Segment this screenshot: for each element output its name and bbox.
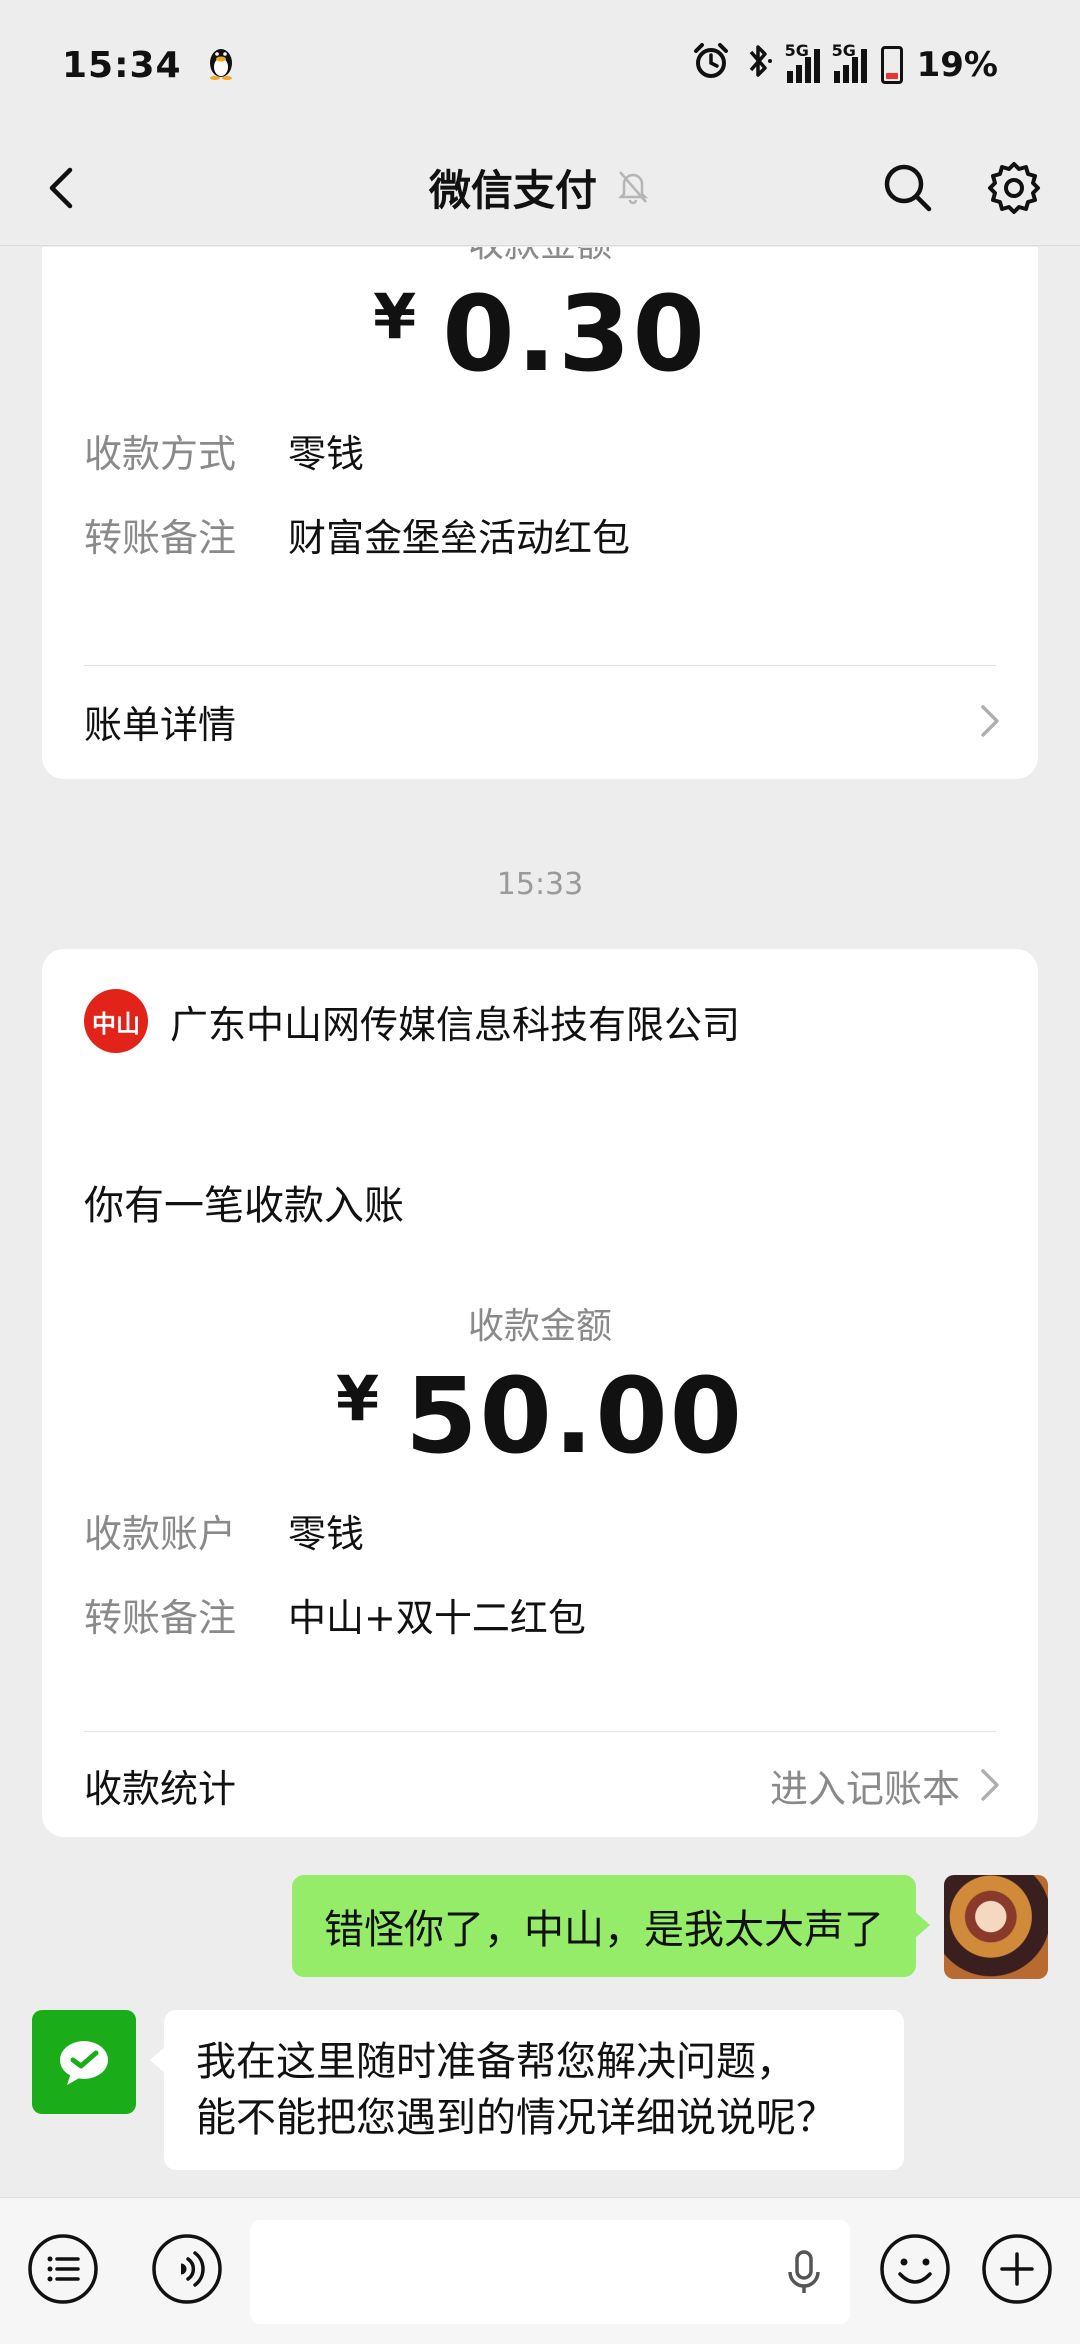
link-right: 进入记账本 bbox=[770, 1758, 1002, 1813]
kv-key: 收款账户 bbox=[84, 1512, 237, 1556]
amount-label: 收款金额 bbox=[42, 247, 1038, 267]
amount-value: ¥0.30 bbox=[373, 273, 707, 395]
chat-content[interactable]: 收款金额 ¥0.30 收款方式 零钱 转账备注 财富金堡垒活动红包 账单详情 1… bbox=[0, 247, 1080, 2197]
back-icon[interactable] bbox=[36, 160, 92, 216]
status-right: 5G 5G 19% bbox=[691, 41, 998, 90]
link-right bbox=[978, 701, 1002, 741]
mute-bell-icon bbox=[615, 166, 651, 210]
payment-stats-label: 收款统计 bbox=[84, 1766, 237, 1811]
input-bar bbox=[0, 2197, 1080, 2344]
battery-icon bbox=[880, 46, 903, 84]
payment-card-1[interactable]: 收款金额 ¥0.30 收款方式 零钱 转账备注 财富金堡垒活动红包 账单详情 bbox=[42, 247, 1038, 779]
voice-input-icon[interactable] bbox=[150, 2232, 224, 2306]
nav-bar: 微信支付 bbox=[0, 130, 1080, 246]
status-time: 15:34 bbox=[62, 44, 182, 86]
qq-penguin-icon bbox=[206, 45, 236, 85]
payment-stats-link[interactable]: 收款统计 进入记账本 bbox=[84, 1747, 1002, 1823]
merchant-name: 广东中山网传媒信息科技有限公司 bbox=[170, 1002, 741, 1047]
kv-value: 中山+双十二红包 bbox=[288, 1596, 586, 1640]
merchant-header: 中山 广东中山网传媒信息科技有限公司 bbox=[84, 989, 740, 1053]
chevron-right-icon bbox=[981, 1769, 999, 1801]
status-left: 15:34 bbox=[62, 45, 236, 86]
bluetooth-icon bbox=[745, 41, 773, 90]
battery-fill bbox=[885, 73, 898, 79]
gear-icon[interactable] bbox=[984, 158, 1044, 218]
amount-value: ¥50.00 bbox=[335, 1355, 745, 1477]
add-icon[interactable] bbox=[980, 2232, 1054, 2306]
payment-card-2[interactable]: 中山 广东中山网传媒信息科技有限公司 你有一笔收款入账 收款金额 ¥50.00 … bbox=[42, 949, 1038, 1837]
signal-icon-2: 5G bbox=[832, 41, 867, 83]
received-message-line: 能不能把您遇到的情况详细说说呢？ bbox=[196, 2095, 836, 2141]
user-avatar[interactable] bbox=[944, 1875, 1048, 1979]
signal-icon-1: 5G bbox=[785, 41, 820, 83]
wechat-pay-avatar[interactable] bbox=[32, 2010, 136, 2114]
amount-label: 收款金额 bbox=[467, 1306, 612, 1347]
nav-title-wrap: 微信支付 bbox=[429, 157, 651, 218]
microphone-icon[interactable] bbox=[778, 2246, 830, 2298]
kv-key: 收款方式 bbox=[84, 432, 237, 476]
kv-key: 转账备注 bbox=[84, 516, 237, 560]
merchant-logo: 中山 bbox=[84, 989, 148, 1053]
emoji-icon[interactable] bbox=[878, 2232, 952, 2306]
sent-message-text: 错怪你了，中山，是我太大声了 bbox=[324, 1907, 884, 1953]
notice-text: 你有一笔收款入账 bbox=[84, 1183, 404, 1229]
battery-percent: 19% bbox=[916, 45, 998, 85]
ledger-link-label: 进入记账本 bbox=[769, 1766, 960, 1811]
chevron-right-icon bbox=[981, 705, 999, 737]
menu-list-icon[interactable] bbox=[26, 2232, 100, 2306]
status-bar: 15:34 5G 5G 19% bbox=[0, 0, 1080, 130]
kv-row: 收款方式 零钱 bbox=[84, 423, 364, 478]
kv-value: 零钱 bbox=[288, 432, 365, 476]
kv-row: 转账备注 中山+双十二红包 bbox=[84, 1587, 586, 1642]
divider bbox=[84, 1731, 996, 1732]
kv-row: 收款账户 零钱 bbox=[84, 1503, 364, 1558]
search-icon[interactable] bbox=[878, 158, 938, 218]
kv-key: 转账备注 bbox=[84, 1596, 237, 1640]
time-separator: 15:33 bbox=[496, 867, 584, 902]
wechat-pay-logo-icon bbox=[60, 2041, 108, 2085]
divider bbox=[84, 665, 996, 666]
bill-details-link[interactable]: 账单详情 bbox=[84, 683, 1002, 759]
received-message-bubble[interactable]: 我在这里随时准备帮您解决问题， 能不能把您遇到的情况详细说说呢？ bbox=[150, 2010, 904, 2170]
message-input[interactable] bbox=[250, 2220, 850, 2324]
page-title: 微信支付 bbox=[428, 166, 597, 215]
kv-value: 财富金堡垒活动红包 bbox=[288, 516, 631, 560]
sent-message-bubble[interactable]: 错怪你了，中山，是我太大声了 bbox=[292, 1875, 930, 1977]
kv-row: 转账备注 财富金堡垒活动红包 bbox=[84, 507, 630, 562]
kv-value: 零钱 bbox=[288, 1512, 365, 1556]
received-message-line: 我在这里随时准备帮您解决问题， bbox=[196, 2039, 796, 2085]
bill-details-label: 账单详情 bbox=[84, 702, 237, 747]
alarm-icon bbox=[691, 41, 731, 90]
